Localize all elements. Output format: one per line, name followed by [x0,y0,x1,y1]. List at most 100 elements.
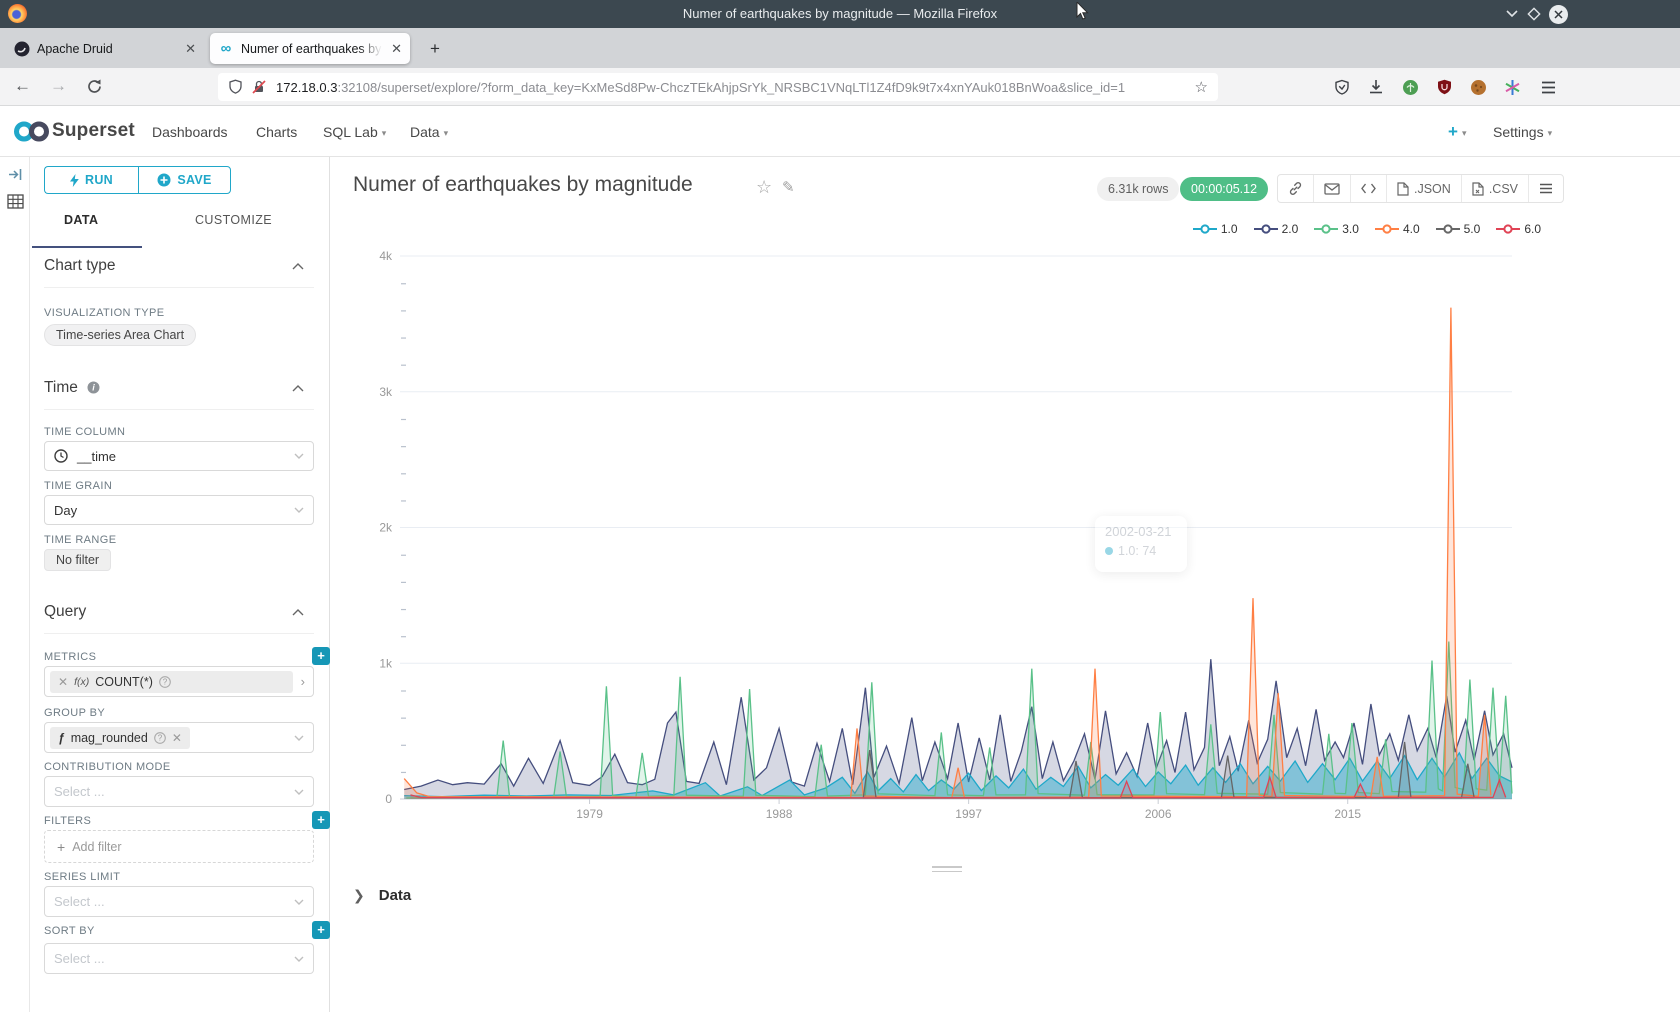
groupby-chip[interactable]: ƒ mag_rounded ? ✕ [50,727,190,749]
export-csv-button[interactable]: .CSV [1462,175,1529,202]
legend-item[interactable]: 5.0 [1436,222,1481,236]
info-icon: i [87,381,100,394]
run-button[interactable]: RUN [44,166,138,194]
extension-green-icon[interactable] [1400,77,1420,97]
tab-data[interactable]: DATA [64,213,98,227]
plus-icon: + [57,839,65,855]
groupby-column: mag_rounded [71,731,148,745]
time-column-label: TIME COLUMN [44,426,125,438]
legend-item[interactable]: 1.0 [1193,222,1238,236]
window-restore-button[interactable] [1524,4,1544,24]
data-section-header[interactable]: ❯ Data [353,887,411,904]
add-sort-button[interactable]: + [312,921,330,939]
superset-favicon-icon: ∞ [218,41,234,57]
caret-right-icon[interactable]: › [301,674,305,689]
pocket-shield-icon[interactable] [1332,77,1352,97]
legend-label: 2.0 [1282,222,1299,236]
window-close-button[interactable] [1548,4,1568,24]
chart-panel: Numer of earthquakes by magnitude ☆ ✎ 6.… [331,157,1680,1012]
metric-name: COUNT(*) [95,675,153,689]
clock-icon [54,449,68,463]
resize-drag-handle[interactable] [932,866,962,875]
series-limit-select[interactable]: Select ... [44,886,314,917]
collapse-strip [0,157,30,1012]
chevron-right-icon: ❯ [353,887,365,904]
legend-marker-icon [1436,224,1460,234]
time-grain-select[interactable]: Day [44,495,314,525]
add-filter-box[interactable]: + Add filter [44,830,314,863]
new-chart-button[interactable]: +▾ [1448,122,1466,142]
new-tab-button[interactable]: + [430,40,440,57]
time-column-select[interactable]: __time [44,441,314,471]
save-button[interactable]: SAVE [138,166,231,194]
reload-button[interactable] [86,78,103,95]
forward-button[interactable]: → [50,75,67,97]
window-minimize-button[interactable] [1502,4,1522,24]
metric-control[interactable]: ✕ f(x) COUNT(*) ? › [44,666,314,697]
svg-text:?: ? [163,677,168,686]
browser-tab-druid[interactable]: Apache Druid ✕ [6,33,204,64]
embed-code-button[interactable] [1351,175,1387,202]
legend-item[interactable]: 4.0 [1375,222,1420,236]
export-json-button[interactable]: .JSON [1387,175,1462,202]
bookmark-star-icon[interactable]: ☆ [1195,78,1208,96]
add-metric-button[interactable]: + [312,647,330,665]
viz-type-pill[interactable]: Time-series Area Chart [44,324,196,346]
plus-circle-icon [157,173,171,187]
tracking-shield-icon[interactable] [228,79,243,95]
question-circle-icon: ? [159,676,171,688]
svg-text:1997: 1997 [955,807,982,821]
chevron-up-icon[interactable] [292,609,304,616]
caret-down-icon: ▾ [1462,128,1467,138]
time-range-pill[interactable]: No filter [44,549,111,571]
timeseries-area-chart[interactable]: 01k2k3k4k19791988199720062015 [340,245,1555,841]
extension-flake-icon[interactable] [1502,77,1522,97]
url-bar[interactable]: 172.18.0.3:32108/superset/explore/?form_… [218,73,1218,101]
section-chart-type[interactable]: Chart type [44,257,116,275]
metric-chip[interactable]: ✕ f(x) COUNT(*) ? [50,671,293,693]
superset-brand[interactable]: Superset [52,120,135,142]
nav-settings[interactable]: Settings▾ [1493,124,1552,140]
email-button[interactable] [1314,175,1351,202]
nav-dashboards[interactable]: Dashboards [152,124,228,140]
downloads-icon[interactable] [1366,77,1386,97]
sort-by-label: SORT BY [44,925,95,937]
section-time[interactable]: Time i [44,379,100,397]
contribution-select[interactable]: Select ... [44,776,314,807]
legend-item[interactable]: 3.0 [1314,222,1359,236]
nav-charts[interactable]: Charts [256,124,297,140]
insecure-lock-icon[interactable] [251,79,267,95]
time-range-label: TIME RANGE [44,534,116,546]
expand-datasource-icon[interactable] [8,168,23,181]
tab-customize[interactable]: CUSTOMIZE [195,213,272,227]
superset-navbar: Superset Dashboards Charts SQL Lab▾ Data… [0,106,1680,157]
remove-icon[interactable]: ✕ [58,675,68,689]
groupby-select[interactable]: ƒ mag_rounded ? ✕ [44,722,314,753]
menu-hamburger-icon[interactable] [1538,77,1558,97]
browser-tab-superset-active[interactable]: ∞ Numer of earthquakes by magnitude ✕ [210,33,410,64]
ublock-icon[interactable] [1434,77,1454,97]
sort-by-select[interactable]: Select ... [44,943,314,974]
tab-close-icon[interactable]: ✕ [185,42,196,55]
nav-sql-lab[interactable]: SQL Lab▾ [323,124,386,140]
metrics-label: METRICS [44,651,96,663]
dataset-grid-icon[interactable] [7,194,24,209]
cookie-extension-icon[interactable] [1468,77,1488,97]
add-filter-plus-button[interactable]: + [312,811,330,829]
legend-item[interactable]: 2.0 [1254,222,1299,236]
section-query[interactable]: Query [44,603,86,621]
favorite-star-icon[interactable]: ☆ [756,177,772,198]
chevron-up-icon[interactable] [292,385,304,392]
legend-item[interactable]: 6.0 [1496,222,1541,236]
svg-text:4k: 4k [379,249,393,263]
more-options-button[interactable] [1529,175,1563,202]
back-button[interactable]: ← [14,75,31,97]
remove-icon[interactable]: ✕ [172,731,182,745]
caret-down-icon [294,789,304,795]
nav-data[interactable]: Data▾ [410,124,448,140]
copy-link-button[interactable] [1278,175,1314,202]
chevron-up-icon[interactable] [292,263,304,270]
caret-down-icon: ▾ [1548,128,1553,138]
tab-close-icon[interactable]: ✕ [391,42,402,55]
edit-pencil-icon[interactable]: ✎ [782,178,795,196]
